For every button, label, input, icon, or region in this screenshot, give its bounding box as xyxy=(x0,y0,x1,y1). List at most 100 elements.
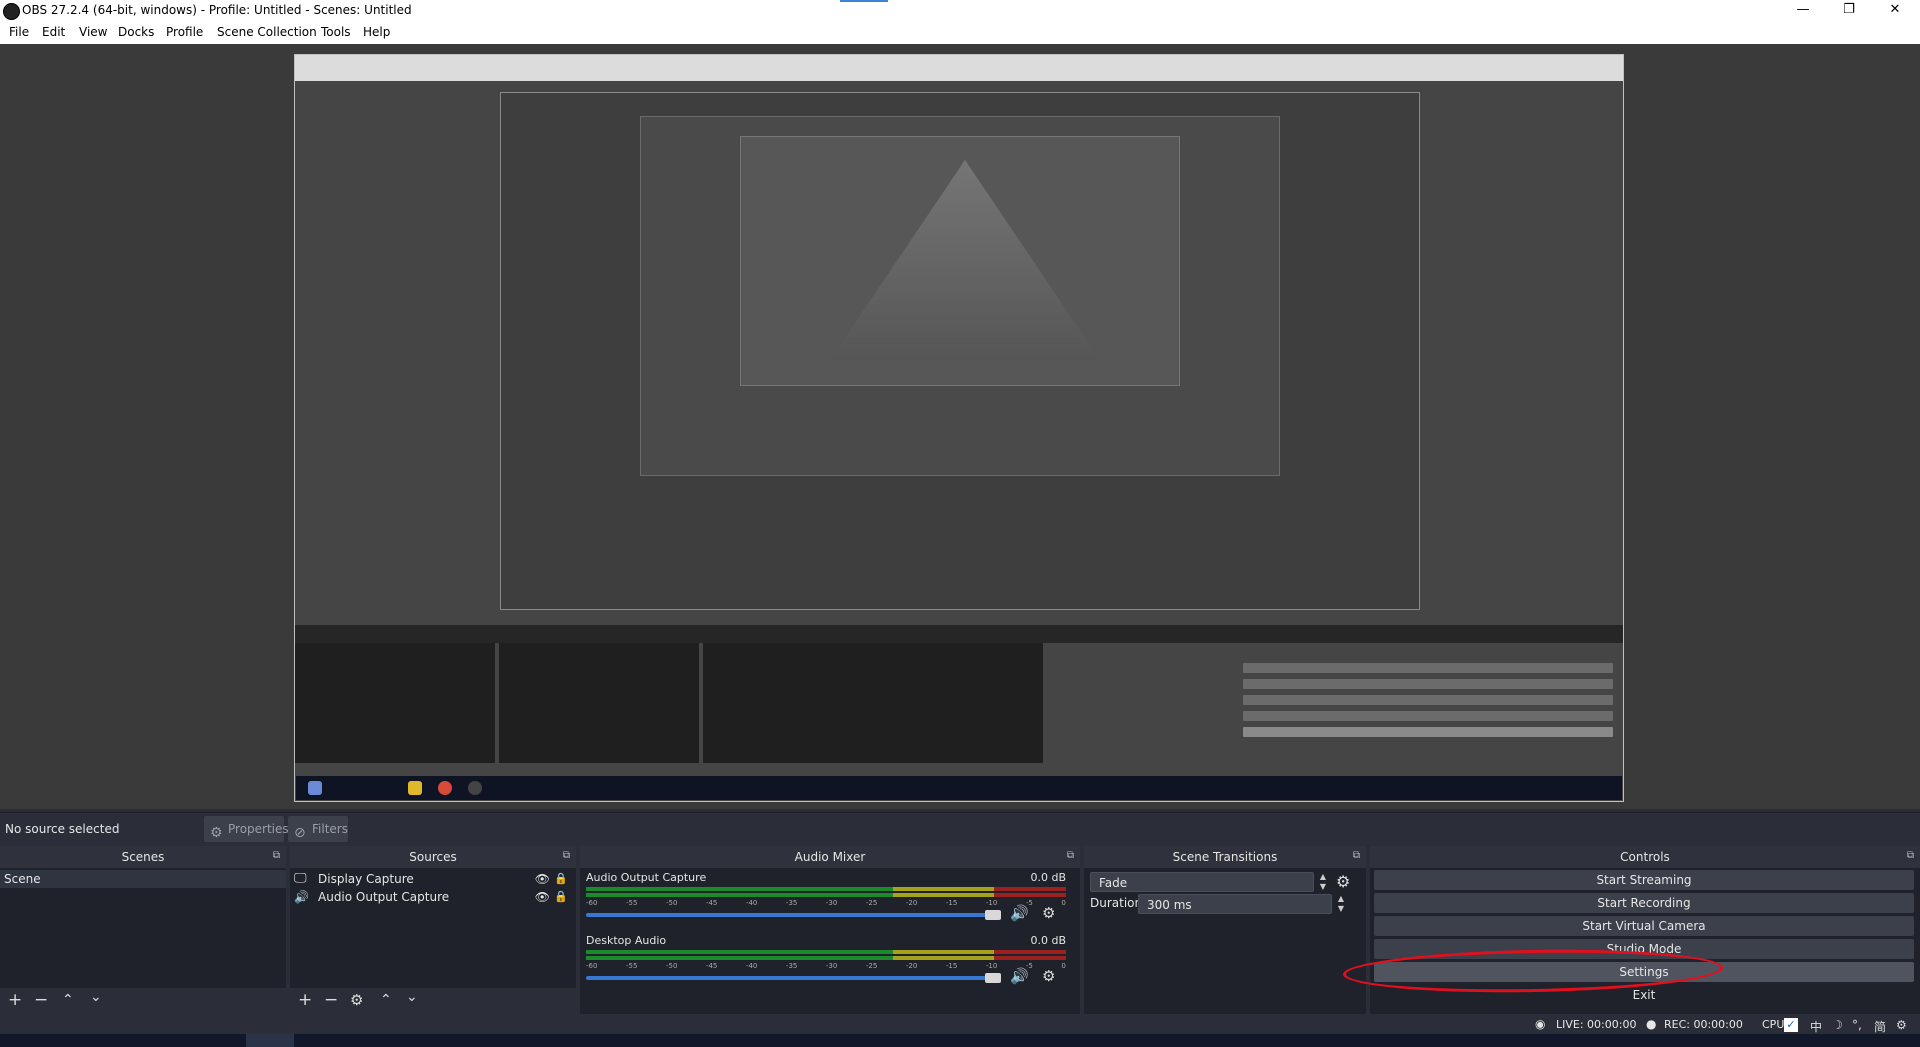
menu-docks[interactable]: Docks xyxy=(118,25,154,39)
filters-button[interactable]: ⊘ Filters xyxy=(288,816,348,842)
visibility-eye-icon[interactable]: 👁 xyxy=(535,870,550,888)
mute-speaker-icon[interactable]: 🔊 xyxy=(1010,967,1029,985)
scenes-title: Scenes xyxy=(0,846,286,868)
scene-item[interactable]: Scene xyxy=(0,870,286,888)
nested-sources-dock xyxy=(499,643,699,763)
volume-slider[interactable] xyxy=(586,976,994,980)
volume-meter xyxy=(586,956,1066,960)
source-item[interactable]: 🔊 Audio Output Capture 👁 🔒 xyxy=(290,888,576,906)
meter-ticks: -60 -55 -50 -45 -40 -35 -30 -25 -20 -15 -10 -5 0 xyxy=(586,899,1066,907)
windows-start-icon xyxy=(308,781,322,795)
source-item[interactable]: 🖵 Display Capture 👁 🔒 xyxy=(290,870,576,888)
nested-control-button xyxy=(1243,711,1613,721)
volume-meter xyxy=(586,893,1066,897)
menu-view[interactable]: View xyxy=(79,25,107,39)
duration-input[interactable]: 300 ms xyxy=(1138,894,1332,914)
controls-title: Controls xyxy=(1370,846,1920,868)
tray-gear-icon[interactable]: ⚙ xyxy=(1896,1018,1907,1032)
move-down-icon[interactable]: ⌄ xyxy=(406,989,418,1005)
live-time: LIVE: 00:00:00 xyxy=(1556,1018,1637,1031)
maximize-button[interactable]: ❐ xyxy=(1826,0,1872,22)
filters-label: Filters xyxy=(312,822,348,836)
transition-select-arrows[interactable]: ▲ ▼ xyxy=(1317,872,1329,892)
window-title: OBS 27.2.4 (64-bit, windows) - Profile: … xyxy=(22,3,412,17)
undock-icon[interactable]: ⧉ xyxy=(1353,850,1360,861)
nested-taskbar xyxy=(296,776,1622,800)
transitions-body: Fade ▲ ▼ ⚙ Duration 300 ms ▲ ▼ xyxy=(1084,868,1366,1014)
minimize-button[interactable]: — xyxy=(1780,0,1826,22)
scenes-dock: Scenes ⧉ Scene + − ⌃ ⌄ xyxy=(0,846,286,1014)
mute-speaker-icon[interactable]: 🔊 xyxy=(1010,904,1029,922)
properties-button[interactable]: ⚙ Properties xyxy=(204,816,289,842)
source-properties-gear-icon[interactable]: ⚙ xyxy=(350,991,363,1009)
move-up-icon[interactable]: ⌃ xyxy=(380,992,392,1008)
menu-scene-collection[interactable]: Scene Collection xyxy=(217,25,317,39)
move-down-icon[interactable]: ⌄ xyxy=(90,989,102,1005)
taskbar-active-app[interactable] xyxy=(246,1034,294,1047)
cpu-label: CPU xyxy=(1762,1018,1785,1031)
volume-meter xyxy=(586,887,1066,891)
remove-scene-icon[interactable]: − xyxy=(34,990,48,1010)
lock-icon[interactable]: 🔒 xyxy=(554,888,568,906)
start-virtual-camera-button[interactable]: Start Virtual Camera xyxy=(1374,916,1914,936)
obs-logo-icon xyxy=(3,3,20,20)
gear-icon: ⚙ xyxy=(210,825,223,841)
obs-icon xyxy=(468,781,482,795)
add-scene-icon[interactable]: + xyxy=(8,990,22,1010)
rec-time: REC: 00:00:00 xyxy=(1664,1018,1743,1031)
volume-slider-handle[interactable] xyxy=(985,910,1001,920)
volume-meter xyxy=(586,950,1066,954)
scene-transitions-title: Scene Transitions xyxy=(1084,846,1366,868)
undock-icon[interactable]: ⧉ xyxy=(563,850,570,861)
remove-source-icon[interactable]: − xyxy=(324,990,338,1010)
channel-db: 0.0 dB xyxy=(1030,871,1066,884)
checkbox-tray-icon[interactable]: ✓ xyxy=(1784,1018,1798,1032)
ime-chinese-icon[interactable]: 中 xyxy=(1810,1018,1822,1035)
monitor-icon: 🖵 xyxy=(294,871,307,886)
menu-tools[interactable]: Tools xyxy=(321,25,351,39)
channel-settings-gear-icon[interactable]: ⚙ xyxy=(1042,904,1055,922)
undock-icon[interactable]: ⧉ xyxy=(273,850,280,861)
channel-settings-gear-icon[interactable]: ⚙ xyxy=(1042,967,1055,985)
mixer-body: Audio Output Capture 0.0 dB -60 -55 -50 -45… xyxy=(580,868,1080,1014)
menu-profile[interactable]: Profile xyxy=(166,25,203,39)
source-label: Audio Output Capture xyxy=(318,890,450,904)
volume-slider[interactable] xyxy=(586,913,994,917)
speaker-icon: 🔊 xyxy=(294,890,309,904)
start-streaming-button[interactable]: Start Streaming xyxy=(1374,870,1914,890)
audio-mixer-dock: Audio Mixer ⧉ Audio Output Capture 0.0 d… xyxy=(580,846,1080,1014)
add-source-icon[interactable]: + xyxy=(298,990,312,1010)
undock-icon[interactable]: ⧉ xyxy=(1907,850,1914,861)
moon-icon[interactable]: ☽ xyxy=(1832,1018,1843,1032)
visibility-eye-icon[interactable]: 👁 xyxy=(535,888,550,906)
punctuation-icon[interactable]: °, xyxy=(1852,1018,1862,1032)
move-up-icon[interactable]: ⌃ xyxy=(62,992,74,1008)
undock-icon[interactable]: ⧉ xyxy=(1067,850,1074,861)
properties-label: Properties xyxy=(228,822,289,836)
ime-simplified-icon[interactable]: 简 xyxy=(1874,1018,1886,1035)
nested-control-button xyxy=(1243,663,1613,673)
no-source-label: No source selected xyxy=(5,822,120,836)
menu-file[interactable]: File xyxy=(9,25,29,39)
lock-icon[interactable]: 🔒 xyxy=(554,870,568,888)
folder-icon xyxy=(408,781,422,795)
close-button[interactable]: ✕ xyxy=(1872,0,1918,22)
scene-transitions-dock: Scene Transitions ⧉ Fade ▲ ▼ ⚙ Duration 3… xyxy=(1084,846,1366,1014)
source-label: Display Capture xyxy=(318,872,414,886)
channel-db: 0.0 dB xyxy=(1030,934,1066,947)
channel-name: Audio Output Capture xyxy=(586,871,707,884)
volume-slider-handle[interactable] xyxy=(985,973,1001,983)
transition-select[interactable]: Fade xyxy=(1090,872,1314,892)
nested-mixer-dock xyxy=(703,643,1043,763)
meter-ticks: -60 -55 -50 -45 -40 -35 -30 -25 -20 -15 -10 -5 0 xyxy=(586,962,1066,970)
channel-name: Desktop Audio xyxy=(586,934,667,947)
transition-settings-gear-icon[interactable]: ⚙ xyxy=(1336,872,1350,891)
audio-mixer-title: Audio Mixer xyxy=(580,846,1080,868)
title-bar: OBS 27.2.4 (64-bit, windows) - Profile: … xyxy=(0,0,1920,22)
duration-stepper[interactable]: ▲ ▼ xyxy=(1335,894,1347,914)
start-recording-button[interactable]: Start Recording xyxy=(1374,893,1914,913)
filter-icon: ⊘ xyxy=(294,825,306,841)
menu-help[interactable]: Help xyxy=(363,25,390,39)
nested-menubar xyxy=(295,55,1623,81)
menu-edit[interactable]: Edit xyxy=(42,25,65,39)
